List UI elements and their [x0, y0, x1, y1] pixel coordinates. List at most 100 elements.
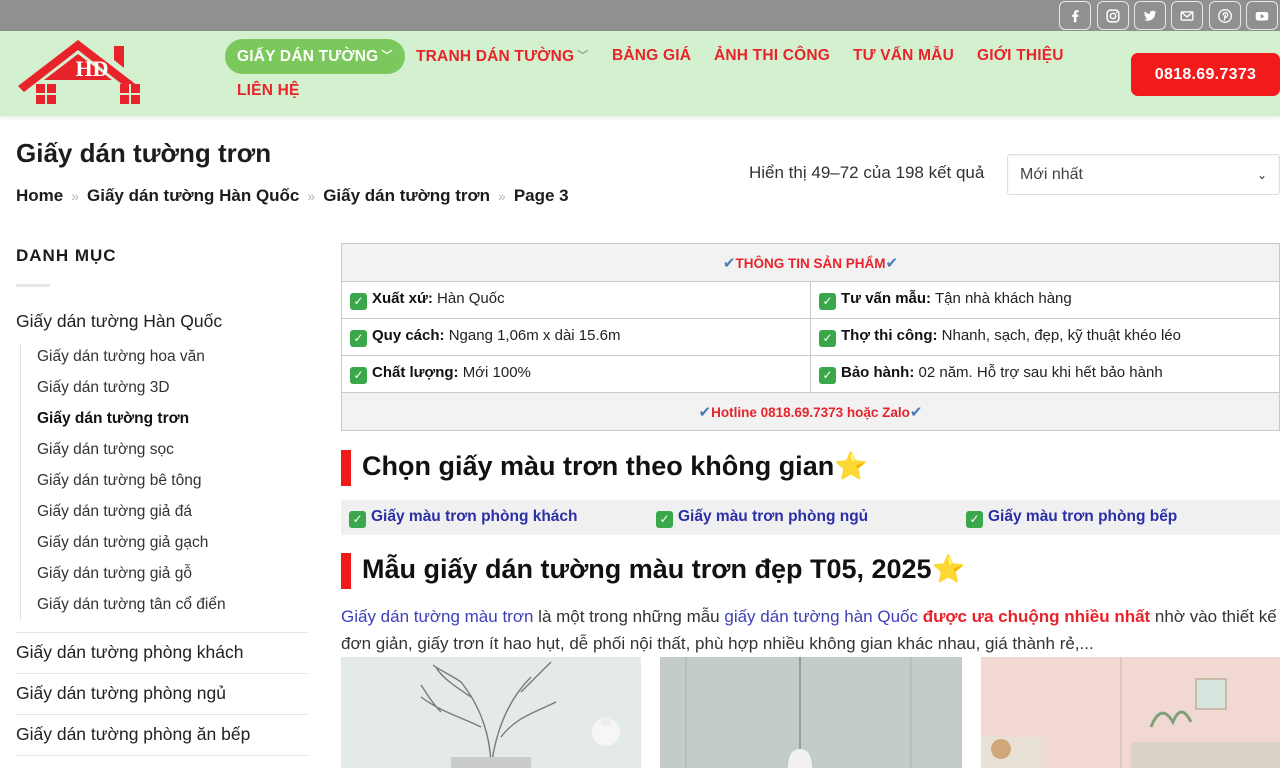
info-cell: ✓ Bảo hành: 02 năm. Hỗ trợ sau khi hết bả… — [810, 355, 1280, 393]
link-phong-bep[interactable]: ✓ Giấy màu trơn phòng bếp — [966, 508, 1177, 528]
result-count: Hiển thị 49–72 của 198 kết quả — [749, 163, 985, 182]
facebook-icon[interactable] — [1059, 1, 1091, 30]
info-cell: ✓ Thợ thi công: Nhanh, sạch, đẹp, kỹ thuậ… — [810, 318, 1280, 356]
info-value: Mới 100% — [462, 364, 531, 381]
chevron-down-icon: ⌄ — [1256, 167, 1267, 182]
info-cell: ✓ Chất lượng: Mới 100% — [341, 355, 811, 393]
info-value: Tận nhà khách hàng — [934, 290, 1072, 307]
sidebar-item-han-quoc[interactable]: Giấy dán tường Hàn Quốc — [16, 311, 222, 332]
sidebar-item-phong-khach[interactable]: Giấy dán tường phòng khách — [16, 632, 308, 673]
twitter-icon[interactable] — [1134, 1, 1166, 30]
info-value: Hàn Quốc — [437, 290, 505, 307]
link-phong-ngu[interactable]: ✓ Giấy màu trơn phòng ngủ — [656, 508, 868, 528]
section-heading-samples: Mẫu giấy dán tường màu trơn đẹp T05, 202… — [341, 553, 966, 589]
checkbox-icon: ✓ — [349, 511, 366, 528]
check-icon: ✔ — [909, 403, 923, 421]
nav-giay-dan-tuong[interactable]: GIẤY DÁN TƯỜNG ﹀ — [225, 39, 405, 74]
sidebar-item-phong-ngu[interactable]: Giấy dán tường phòng ngủ — [16, 673, 308, 714]
page-title: Giấy dán tường trơn — [16, 138, 272, 168]
info-label: Chất lượng: — [372, 364, 459, 381]
info-value: 02 năm. Hỗ trợ sau khi hết bảo hành — [918, 364, 1163, 381]
check-icon: ✔ — [722, 254, 736, 272]
sidebar-sub-divider — [20, 344, 21, 620]
link-giay-han-quoc[interactable]: giấy dán tường hàn Quốc — [724, 607, 918, 626]
checkbox-icon: ✓ — [656, 511, 673, 528]
checkbox-icon: ✓ — [819, 293, 836, 310]
pinterest-icon[interactable] — [1209, 1, 1241, 30]
info-table-header-text: THÔNG TIN SẢN PHẨM — [735, 255, 886, 271]
checkbox-icon: ✓ — [966, 511, 983, 528]
info-table-header: ✔THÔNG TIN SẢN PHẨM✔ — [341, 243, 1280, 282]
sidebar-item-phong-an-bep[interactable]: Giấy dán tường phòng ăn bếp — [16, 714, 308, 755]
sidebar-subitem[interactable]: Giấy dán tường giả gỗ — [37, 565, 192, 583]
nav-lien-he[interactable]: LIÊN HỆ — [237, 82, 300, 100]
instagram-icon[interactable] — [1097, 1, 1129, 30]
breadcrumb-current: Page 3 — [513, 186, 569, 205]
breadcrumb-tron[interactable]: Giấy dán tường trơn — [323, 186, 490, 205]
space-links-strip: ✓ Giấy màu trơn phòng khách ✓ Giấy màu trơ… — [341, 500, 1280, 535]
sidebar-subitem[interactable]: Giấy dán tường hoa văn — [37, 348, 205, 366]
nav-anh-thi-cong[interactable]: ẢNH THI CÔNG — [714, 47, 830, 65]
email-icon[interactable] — [1171, 1, 1203, 30]
breadcrumb-han-quoc[interactable]: Giấy dán tường Hàn Quốc — [87, 186, 299, 205]
checkbox-icon: ✓ — [819, 330, 836, 347]
site-logo[interactable]: HD — [14, 36, 158, 110]
paragraph-highlight: được ưa chuộng nhiều nhất — [922, 607, 1151, 626]
top-social-bar — [0, 0, 1280, 31]
info-value: Ngang 1,06m x dài 15.6m — [448, 327, 621, 344]
sidebar-heading: DANH MỤC — [16, 246, 117, 265]
link-phong-khach[interactable]: ✓ Giấy màu trơn phòng khách — [349, 508, 578, 528]
breadcrumb-home[interactable]: Home — [16, 186, 63, 205]
link-label: Giấy màu trơn phòng ngủ — [678, 508, 869, 525]
checkbox-icon: ✓ — [350, 293, 367, 310]
info-cell: ✓ Tư vấn mẫu: Tận nhà khách hàng — [810, 281, 1280, 319]
info-label: Bảo hành: — [841, 364, 915, 381]
site-header: HD GIẤY DÁN TƯỜNG ﹀ TRANH DÁN TƯỜNG ﹀ BẢNG… — [0, 31, 1280, 116]
sidebar-subitem[interactable]: Giấy dán tường bê tông — [37, 472, 201, 490]
paragraph-text: là một trong những mẫu — [533, 607, 725, 626]
info-value: Nhanh, sạch, đẹp, kỹ thuật khéo léo — [941, 327, 1181, 344]
product-image-2[interactable] — [660, 657, 962, 768]
star-icon: ⭐ — [931, 554, 966, 584]
info-table-footer-text: Hotline 0818.69.7373 hoặc Zalo — [711, 404, 910, 420]
sidebar-subitem[interactable]: Giấy dán tường giả đá — [37, 503, 192, 521]
info-label: Thợ thi công: — [841, 327, 938, 344]
info-cell: ✓ Quy cách: Ngang 1,06m x dài 15.6m — [341, 318, 811, 356]
info-label: Xuất xứ: — [372, 290, 433, 307]
sidebar-subitem[interactable]: Giấy dán tường 3D — [37, 379, 170, 397]
section-heading-text: Chọn giấy màu trơn theo không gian — [362, 451, 835, 481]
checkbox-icon: ✓ — [350, 330, 367, 347]
youtube-icon[interactable] — [1246, 1, 1278, 30]
nav-tranh-dan-tuong[interactable]: TRANH DÁN TƯỜNG ﹀ — [416, 47, 588, 66]
checkbox-icon: ✓ — [350, 367, 367, 384]
nav-label: GIẤY DÁN TƯỜNG — [237, 48, 379, 65]
sidebar-subitem-active[interactable]: Giấy dán tường trơn — [37, 410, 189, 428]
breadcrumb: Home » Giấy dán tường Hàn Quốc » Giấy dán tư… — [16, 186, 569, 206]
sort-select[interactable]: Mới nhất ⌄ — [1007, 154, 1280, 195]
info-table-footer: ✔Hotline 0818.69.7373 hoặc Zalo✔ — [341, 392, 1280, 431]
sidebar-divider — [16, 284, 50, 287]
product-image-3[interactable] — [981, 657, 1280, 768]
product-image-1[interactable] — [341, 657, 641, 768]
chevron-down-icon: ﹀ — [577, 50, 589, 62]
hotline-button[interactable]: 0818.69.7373 — [1131, 53, 1280, 96]
sidebar-subitem[interactable]: Giấy dán tường giả gạch — [37, 534, 208, 552]
chevron-down-icon: ﹀ — [381, 50, 393, 62]
sidebar-divider — [16, 755, 308, 756]
section-heading-text: Mẫu giấy dán tường màu trơn đẹp T05, 202… — [362, 554, 932, 584]
sidebar-subitem[interactable]: Giấy dán tường sọc — [37, 441, 174, 459]
info-label: Quy cách: — [372, 327, 445, 344]
nav-label: TRANH DÁN TƯỜNG — [416, 48, 575, 65]
nav-tu-van-mau[interactable]: TƯ VẤN MẪU — [853, 47, 954, 65]
link-label: Giấy màu trơn phòng bếp — [988, 508, 1178, 525]
nav-bang-gia[interactable]: BẢNG GIÁ — [612, 47, 691, 65]
info-cell: ✓ Xuất xứ: Hàn Quốc — [341, 281, 811, 319]
logo-text: HD — [76, 56, 109, 81]
sidebar-subitem[interactable]: Giấy dán tường tân cổ điển — [37, 596, 226, 614]
link-giay-mau-tron[interactable]: Giấy dán tường màu trơn — [341, 607, 533, 626]
link-label: Giấy màu trơn phòng khách — [371, 508, 578, 525]
nav-gioi-thieu[interactable]: GIỚI THIỆU — [977, 47, 1064, 65]
breadcrumb-separator: » — [307, 188, 316, 204]
section-heading-space: Chọn giấy màu trơn theo không gian⭐ — [341, 450, 868, 486]
check-icon: ✔ — [885, 254, 899, 272]
